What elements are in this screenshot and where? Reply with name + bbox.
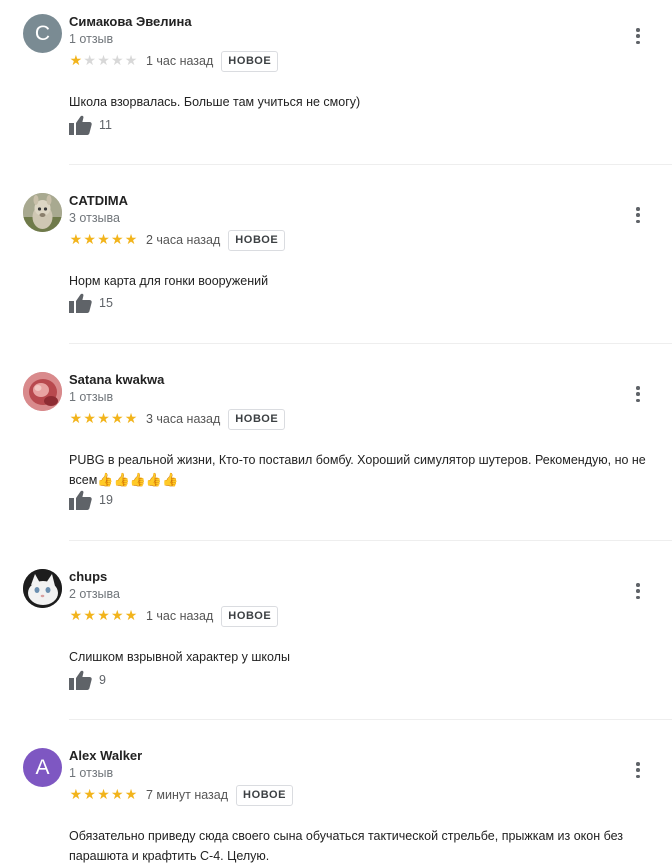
star-rating: ★ ★ ★ ★ ★ [69,233,138,247]
new-badge: НОВОЕ [221,50,279,72]
white-cat-photo [23,569,62,608]
review-count: 3 отзыва [69,211,120,225]
star-icon: ★ [83,411,96,427]
star-icon: ★ [83,608,96,624]
star-icon: ★ [97,53,110,69]
review-author[interactable]: chups [69,569,107,584]
star-icon: ★ [124,787,138,803]
thumbs-up-emoji: 👍👍👍👍👍 [97,472,179,487]
star-rating: ★ ★ ★ ★ ★ [69,609,138,623]
avatar[interactable] [23,193,62,232]
divider [69,540,672,541]
star-rating: ★ ★ ★ ★ ★ [69,788,138,802]
review-count: 1 отзыв [69,766,114,780]
star-rating: ★ ★ ★ ★ ★ [69,412,138,426]
star-icon: ★ [124,608,138,624]
review-text: PUBG в реальной жизни, Кто-то поставил б… [69,450,669,490]
star-icon: ★ [69,232,83,248]
like-button[interactable]: 11 [69,115,112,135]
divider [69,343,672,344]
review-author[interactable]: Alex Walker [69,748,142,763]
review-text: Школа взорвалась. Больше там учиться не … [69,95,361,109]
review-time: 7 минут назад [145,788,229,802]
star-icon: ★ [69,411,83,427]
review-time: 2 часа назад [145,233,221,247]
star-icon: ★ [111,787,124,803]
divider [69,164,672,165]
star-icon: ★ [69,608,83,624]
star-icon: ★ [111,53,124,69]
star-icon: ★ [83,232,96,248]
avatar[interactable]: С [23,14,62,53]
like-count: 9 [99,673,106,687]
review-count: 1 отзыв [69,32,114,46]
review-text: Слишком взрывной характер у школы [69,650,290,664]
review-meta: ★ ★ ★ ★ ★ 2 часа назад НОВОЕ [69,229,286,251]
like-count: 11 [99,118,112,132]
new-badge: НОВОЕ [236,784,294,806]
like-count: 15 [99,296,113,310]
like-count: 19 [99,493,113,507]
review-meta: ★ ★ ★ ★ ★ 1 час назад НОВОЕ [69,50,279,72]
like-button[interactable]: 9 [69,670,106,690]
review-meta: ★ ★ ★ ★ ★ 1 час назад НОВОЕ [69,605,279,627]
reviews-list: С Симакова Эвелина 1 отзыв ★ ★ ★ ★ ★ 1 ч… [0,0,672,863]
review-author[interactable]: CATDIMA [69,193,128,208]
review-item: A Alex Walker 1 отзыв ★ ★ ★ ★ ★ 7 минут … [0,748,672,863]
thumbs-up-icon [69,115,92,135]
avatar[interactable] [23,372,62,411]
review-meta: ★ ★ ★ ★ ★ 7 минут назад НОВОЕ [69,784,294,806]
review-item: С Симакова Эвелина 1 отзыв ★ ★ ★ ★ ★ 1 ч… [0,14,672,166]
divider [69,719,672,720]
more-vert-icon[interactable] [632,583,644,599]
star-icon: ★ [97,232,110,248]
new-badge: НОВОЕ [228,408,286,430]
star-icon: ★ [111,608,124,624]
like-button[interactable]: 15 [69,293,113,313]
more-vert-icon[interactable] [632,207,644,223]
review-time: 1 час назад [145,54,214,68]
review-author[interactable]: Satana kwakwa [69,372,164,387]
llama-photo [23,193,62,232]
star-icon: ★ [124,53,138,69]
star-icon: ★ [69,53,83,69]
new-badge: НОВОЕ [221,605,279,627]
star-icon: ★ [97,608,110,624]
review-author[interactable]: Симакова Эвелина [69,14,192,29]
star-icon: ★ [97,411,110,427]
star-icon: ★ [83,787,96,803]
star-icon: ★ [124,232,138,248]
pink-closeup-photo [23,372,62,411]
review-meta: ★ ★ ★ ★ ★ 3 часа назад НОВОЕ [69,408,286,430]
more-vert-icon[interactable] [632,386,644,402]
review-text: Норм карта для гонки вооружений [69,274,269,288]
more-vert-icon[interactable] [632,28,644,44]
star-icon: ★ [111,232,124,248]
star-icon: ★ [124,411,138,427]
review-time: 3 часа назад [145,412,221,426]
avatar-letter: A [35,755,50,779]
star-icon: ★ [83,53,96,69]
avatar[interactable]: A [23,748,62,787]
avatar[interactable] [23,569,62,608]
thumbs-up-icon [69,670,92,690]
review-item: CATDIMA 3 отзыва ★ ★ ★ ★ ★ 2 часа назад … [0,193,672,345]
thumbs-up-icon [69,293,92,313]
like-button[interactable]: 19 [69,490,113,510]
thumbs-up-icon [69,490,92,510]
review-item: chups 2 отзыва ★ ★ ★ ★ ★ 1 час назад НОВ… [0,569,672,721]
review-count: 2 отзыва [69,587,120,601]
review-text: Обязательно приведу сюда своего сына обу… [69,829,624,863]
avatar-letter: С [34,21,51,45]
star-rating: ★ ★ ★ ★ ★ [69,54,138,68]
star-icon: ★ [69,787,83,803]
new-badge: НОВОЕ [228,229,286,251]
star-icon: ★ [111,411,124,427]
star-icon: ★ [97,787,110,803]
review-count: 1 отзыв [69,390,114,404]
more-vert-icon[interactable] [632,762,644,778]
review-time: 1 час назад [145,609,214,623]
review-item: Satana kwakwa 1 отзыв ★ ★ ★ ★ ★ 3 часа н… [0,372,672,569]
